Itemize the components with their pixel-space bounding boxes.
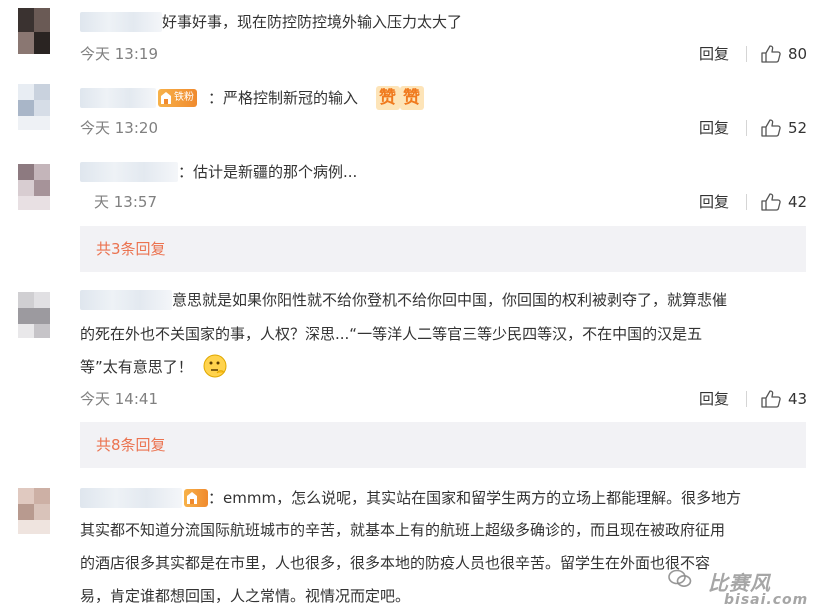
comment-text: ：emmm，怎么说呢，其实站在国家和留学生两方的立场上都能理解。很多地方 [208,489,742,507]
username[interactable] [80,488,182,508]
comment-text: ：估计是新疆的那个病例... [178,163,358,181]
divider [746,391,747,407]
divider [746,46,747,62]
comment-text: 的酒店很多其实都是在市里，人也很多，很多本地的防疫人员也很辛苦。留学生在外面也很… [80,554,711,572]
divider [746,194,747,210]
avatar[interactable] [18,488,50,534]
timestamp: 今天 14:41 [80,390,158,408]
reply-button[interactable]: 回复 [699,44,733,64]
like-icon[interactable] [761,119,781,137]
more-replies-button[interactable]: 共3条回复 [80,226,806,272]
comment-text: 等”太有意思了！ [80,358,193,376]
username[interactable] [80,162,178,182]
fan-badge: 铁粉 [158,89,197,107]
zan-emoticon: 赞 [400,86,424,110]
watermark-logo: 比赛风 bisai.com [668,565,833,613]
comment-text: 意思就是如果你阳性就不给你登机不给你回中国，你回国的权利被剥夺了，就算悲催 [172,291,728,309]
like-icon[interactable] [761,45,781,63]
wechat-icon [668,569,692,587]
comment-text: ：严格控制新冠的输入 [208,89,359,107]
avatar[interactable] [18,8,50,54]
like-count: 43 [788,390,808,408]
like-count: 42 [788,193,808,211]
like-count: 80 [788,45,808,63]
timestamp: 今天 13:19 [80,45,158,63]
watermark-domain: bisai.com [724,592,809,608]
thinking-emoji-icon [203,354,227,378]
like-icon[interactable] [761,193,781,211]
more-replies-button[interactable]: 共8条回复 [80,422,806,468]
more-replies-label[interactable]: 共8条回复 [96,435,166,455]
reply-button[interactable]: 回复 [699,118,733,138]
like-icon[interactable] [761,390,781,408]
timestamp: 今天 13:20 [80,119,158,137]
like-count: 52 [788,119,808,137]
username[interactable] [80,290,172,310]
timestamp: 天 13:57 [94,193,157,211]
more-replies-label[interactable]: 共3条回复 [96,239,166,259]
zan-emoticon: 赞 [376,86,400,110]
fan-icon [161,92,171,104]
username[interactable] [80,88,156,108]
avatar[interactable] [18,292,50,338]
avatar[interactable] [18,84,50,130]
comment-text: 易，肯定谁都想回国，人之常情。视情况而定吧。 [80,587,411,605]
badge-label: 铁粉 [174,92,194,103]
divider [746,120,747,136]
username[interactable] [80,12,162,32]
reply-button[interactable]: 回复 [699,389,733,409]
comment-text: 的死在外也不关国家的事，人权？深思...“一等洋人二等官三等少民四等汉，不在中国… [80,325,703,343]
comment-text: 其实都不知道分流国际航班城市的辛苦，就基本上有的航班上超级多确诊的，而且现在被政… [80,521,726,539]
avatar[interactable] [18,164,50,210]
reply-button[interactable]: 回复 [699,192,733,212]
comment-text: 好事好事，现在防控防控境外输入压力太大了 [162,13,463,31]
fan-badge [184,489,208,507]
fan-icon [187,492,197,504]
